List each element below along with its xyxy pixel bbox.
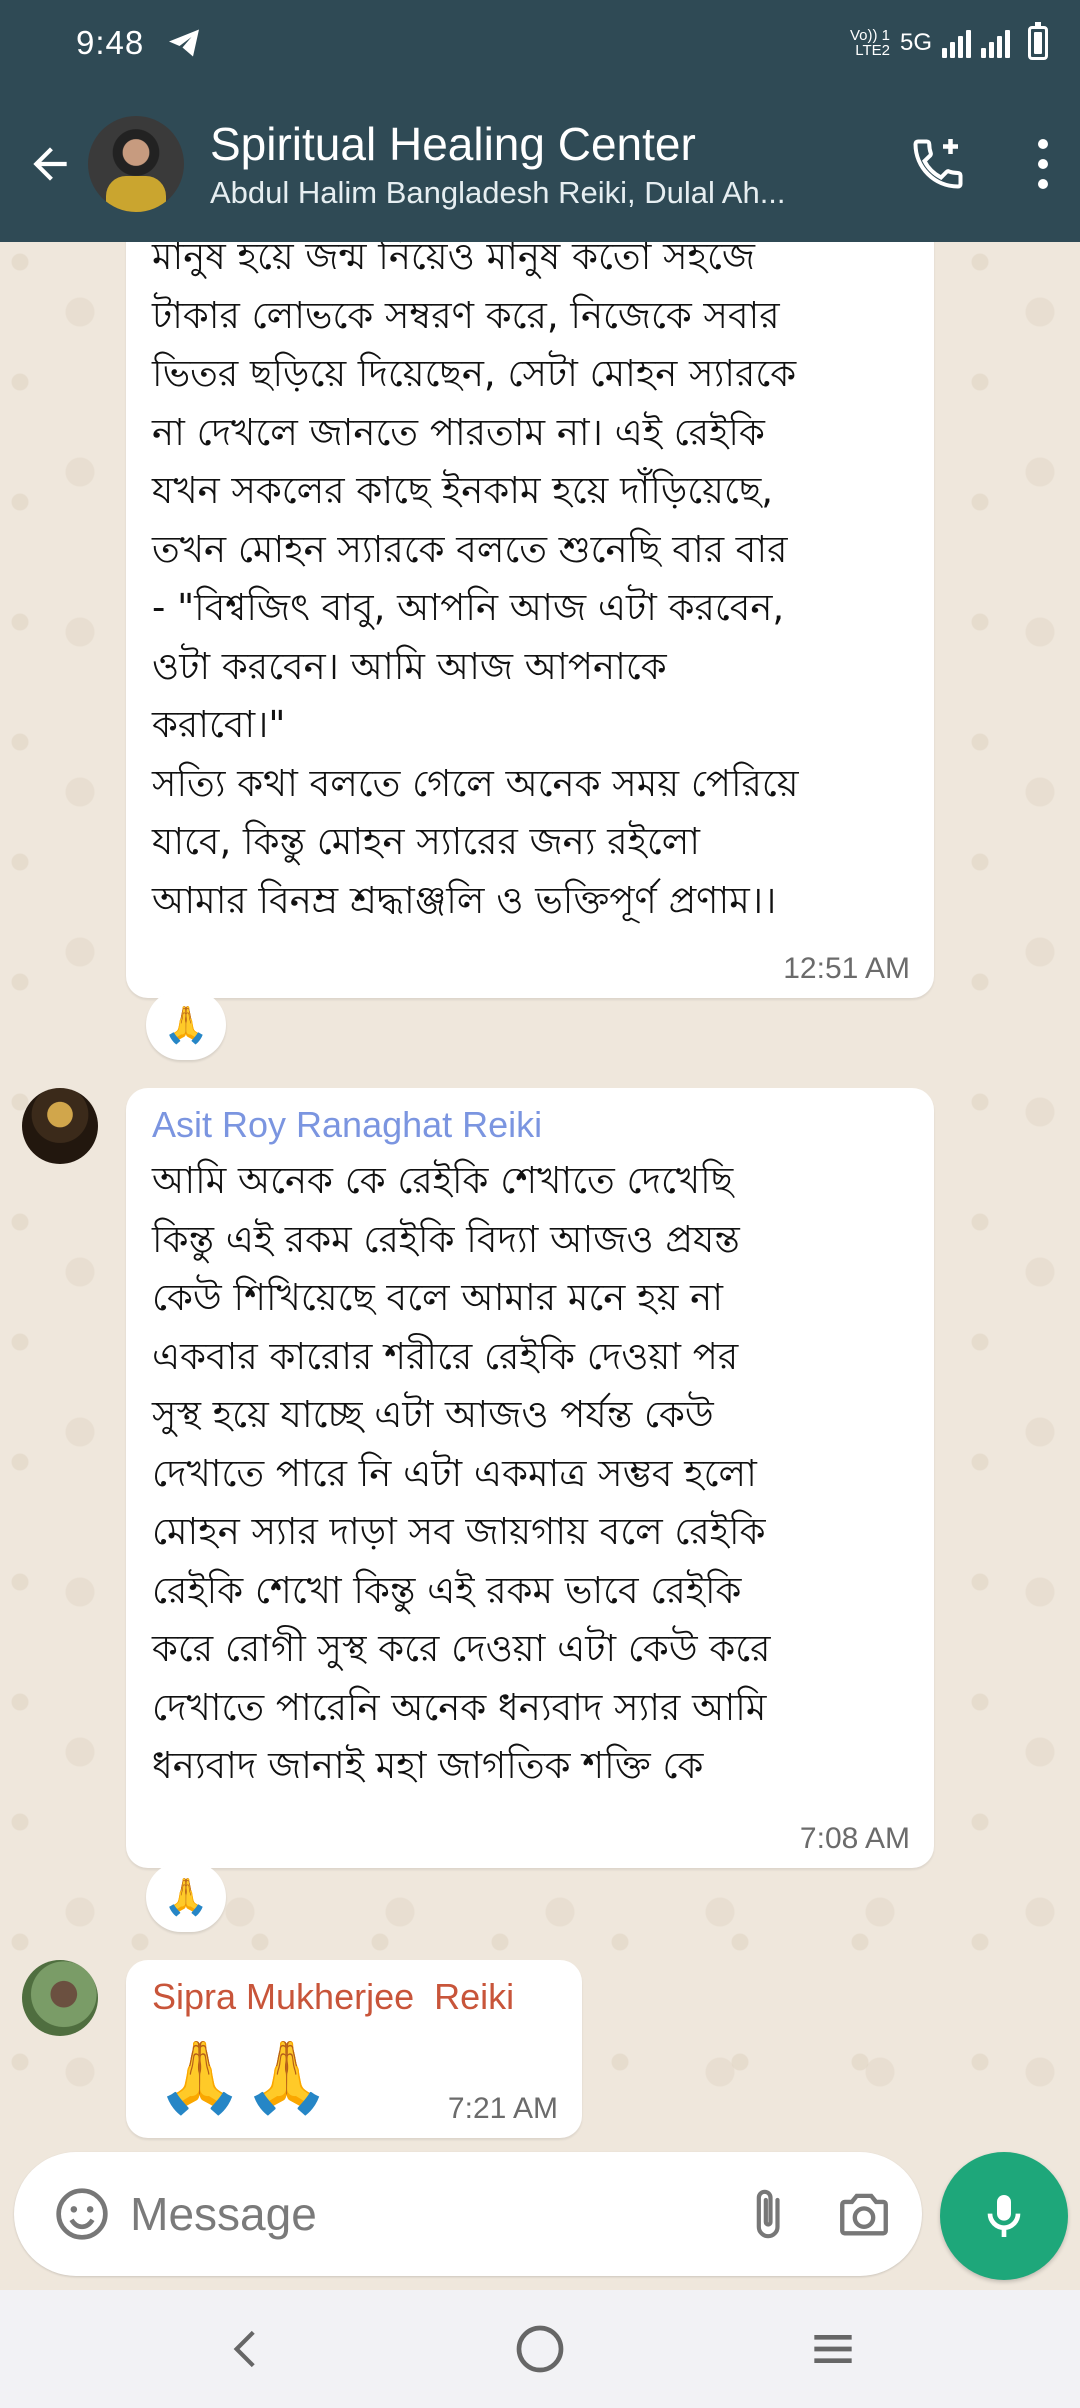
message-bubble[interactable]: Sipra Mukherjee Reiki 🙏🙏 7:21 AM bbox=[126, 1960, 582, 2138]
sender-name[interactable]: Asit Roy Ranaghat Reiki bbox=[152, 1104, 542, 1146]
mic-icon bbox=[987, 2195, 1021, 2237]
emoji-button[interactable] bbox=[34, 2186, 130, 2242]
message-input-container[interactable] bbox=[14, 2152, 922, 2276]
nav-back-icon bbox=[233, 2330, 255, 2368]
attach-button[interactable] bbox=[728, 2186, 805, 2242]
signal-icon bbox=[942, 28, 971, 58]
battery-icon bbox=[1028, 22, 1048, 60]
attach-icon bbox=[756, 2189, 780, 2239]
message-bubble[interactable]: মানুষ হয়ে জন্ম নিয়েও মানুষ কতো সহজে টা… bbox=[126, 242, 934, 998]
chat-header: Spiritual Healing Center Abdul Halim Ban… bbox=[0, 86, 1080, 242]
chat-title: Spiritual Healing Center bbox=[210, 118, 696, 170]
system-nav-bar bbox=[0, 2290, 1080, 2408]
status-bar: 9:48 Vo)) 1 LTE2 5G bbox=[0, 0, 1080, 86]
message-reaction[interactable]: 🙏 bbox=[146, 990, 226, 1060]
message-text: মানুষ হয়ে জন্ম নিয়েও মানুষ কতো সহজে টা… bbox=[152, 242, 799, 922]
message-text: আমি অনেক কে রেইকি শেখাতে দেখেছি কিন্তু এ… bbox=[152, 1159, 771, 1787]
group-avatar[interactable] bbox=[88, 116, 184, 212]
chat-members: Abdul Halim Bangladesh Reiki, Dulal Ah..… bbox=[210, 175, 786, 210]
network-type: 5G bbox=[899, 29, 932, 56]
message-emoji: 🙏🙏 bbox=[156, 2036, 331, 2118]
sender-name[interactable]: Sipra Mukherjee Reiki bbox=[152, 1976, 514, 2018]
message-bubble[interactable]: Asit Roy Ranaghat Reiki আমি অনেক কে রেইক… bbox=[126, 1088, 934, 1868]
volte-indicator: Vo)) 1 LTE2 bbox=[849, 27, 890, 59]
nav-back-button[interactable] bbox=[202, 2304, 292, 2394]
voice-message-button[interactable] bbox=[940, 2152, 1068, 2280]
add-call-icon bbox=[913, 139, 963, 189]
camera-icon bbox=[839, 2193, 888, 2236]
message-input[interactable] bbox=[130, 2187, 729, 2241]
sender-avatar[interactable] bbox=[22, 1088, 98, 1164]
message-reaction[interactable]: 🙏 bbox=[146, 1862, 226, 1932]
nav-home-button[interactable] bbox=[495, 2304, 585, 2394]
nav-recents-button[interactable] bbox=[788, 2304, 878, 2394]
emoji-icon bbox=[56, 2188, 108, 2240]
add-call-button[interactable] bbox=[898, 124, 978, 204]
more-options-button[interactable] bbox=[1018, 124, 1068, 204]
nav-recents-icon bbox=[814, 2335, 852, 2363]
back-arrow-icon bbox=[33, 147, 67, 181]
chat-title-area[interactable]: Spiritual Healing Center Abdul Halim Ban… bbox=[210, 117, 898, 211]
nav-home-icon bbox=[516, 2325, 564, 2373]
message-time: 7:08 AM bbox=[799, 1822, 910, 1855]
back-button[interactable] bbox=[0, 86, 90, 242]
message-list[interactable]: মানুষ হয়ে জন্ম নিয়েও মানুষ কতো সহজে টা… bbox=[0, 242, 1080, 2150]
status-time: 9:48 bbox=[76, 24, 145, 61]
camera-button[interactable] bbox=[825, 2185, 902, 2243]
message-time: 7:21 AM bbox=[447, 2092, 558, 2125]
signal-icon-2 bbox=[981, 28, 1010, 58]
sender-avatar[interactable] bbox=[22, 1960, 98, 2036]
message-time: 12:51 AM bbox=[783, 952, 910, 985]
more-vert-icon bbox=[1038, 139, 1048, 149]
compose-bar bbox=[0, 2150, 1080, 2290]
telegram-icon bbox=[169, 29, 200, 57]
